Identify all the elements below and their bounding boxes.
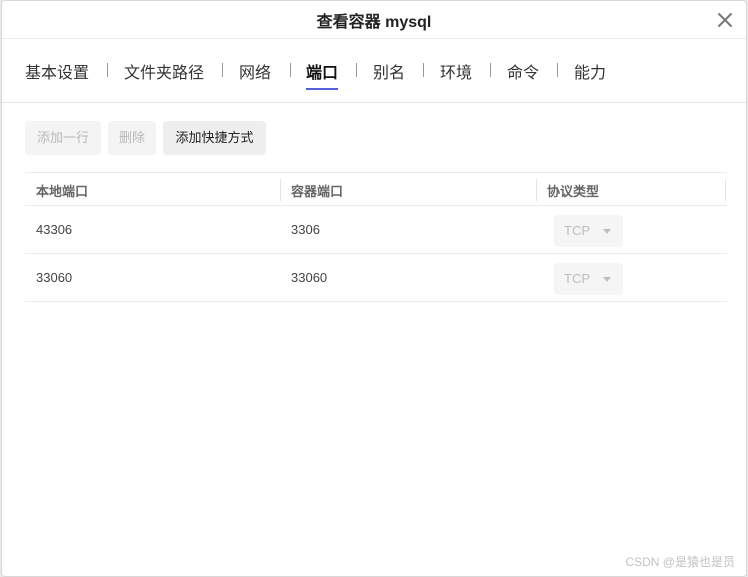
tab-separator <box>356 63 357 77</box>
dialog-title: 查看容器 mysql <box>316 14 432 31</box>
local-port-cell[interactable]: 33060 <box>36 270 72 285</box>
column-divider <box>725 179 726 201</box>
tab-network[interactable]: 网络 <box>239 59 271 83</box>
container-port-cell[interactable]: 3306 <box>291 222 320 237</box>
delete-button[interactable]: 删除 <box>108 121 156 155</box>
add-shortcut-button[interactable]: 添加快捷方式 <box>163 121 266 155</box>
column-divider <box>280 179 281 201</box>
local-port-cell[interactable]: 43306 <box>36 222 72 237</box>
tab-separator <box>490 63 491 77</box>
tab-environment[interactable]: 环境 <box>440 59 472 83</box>
protocol-select[interactable]: TCP <box>554 215 623 247</box>
table-row[interactable]: 33060 33060 TCP <box>25 254 727 302</box>
table-header: 本地端口 容器端口 协议类型 <box>25 172 727 206</box>
add-row-button[interactable]: 添加一行 <box>25 121 101 155</box>
watermark: CSDN @是猿也是员 <box>625 555 735 569</box>
tab-bar: 基本设置 文件夹路径 网络 端口 别名 环境 命令 能力 <box>2 39 746 103</box>
chevron-down-icon <box>603 277 611 282</box>
protocol-value: TCP <box>564 271 590 286</box>
tab-separator <box>107 63 108 77</box>
table-row[interactable]: 43306 3306 TCP <box>25 206 727 254</box>
column-header-protocol[interactable]: 协议类型 <box>547 181 599 200</box>
tab-alias[interactable]: 别名 <box>373 59 405 83</box>
protocol-select[interactable]: TCP <box>554 263 623 295</box>
column-header-container-port[interactable]: 容器端口 <box>291 181 343 200</box>
ports-table: 本地端口 容器端口 协议类型 43306 3306 TCP 33060 3306… <box>25 172 727 302</box>
tab-capabilities[interactable]: 能力 <box>574 59 606 83</box>
tab-folder-paths[interactable]: 文件夹路径 <box>124 59 204 83</box>
close-icon[interactable] <box>716 11 734 29</box>
column-header-local-port[interactable]: 本地端口 <box>36 181 88 200</box>
tab-ports[interactable]: 端口 <box>306 59 339 90</box>
tab-separator <box>222 63 223 77</box>
protocol-value: TCP <box>564 223 590 238</box>
column-divider <box>536 179 537 201</box>
tab-basic-settings[interactable]: 基本设置 <box>25 59 89 83</box>
tab-separator <box>290 63 291 77</box>
container-dialog: 查看容器 mysql 基本设置 文件夹路径 网络 端口 别名 环境 命令 能力 … <box>1 0 747 577</box>
dialog-titlebar: 查看容器 mysql <box>2 1 746 39</box>
chevron-down-icon <box>603 229 611 234</box>
tab-separator <box>423 63 424 77</box>
tab-command[interactable]: 命令 <box>507 59 539 83</box>
container-port-cell[interactable]: 33060 <box>291 270 327 285</box>
tab-separator <box>557 63 558 77</box>
